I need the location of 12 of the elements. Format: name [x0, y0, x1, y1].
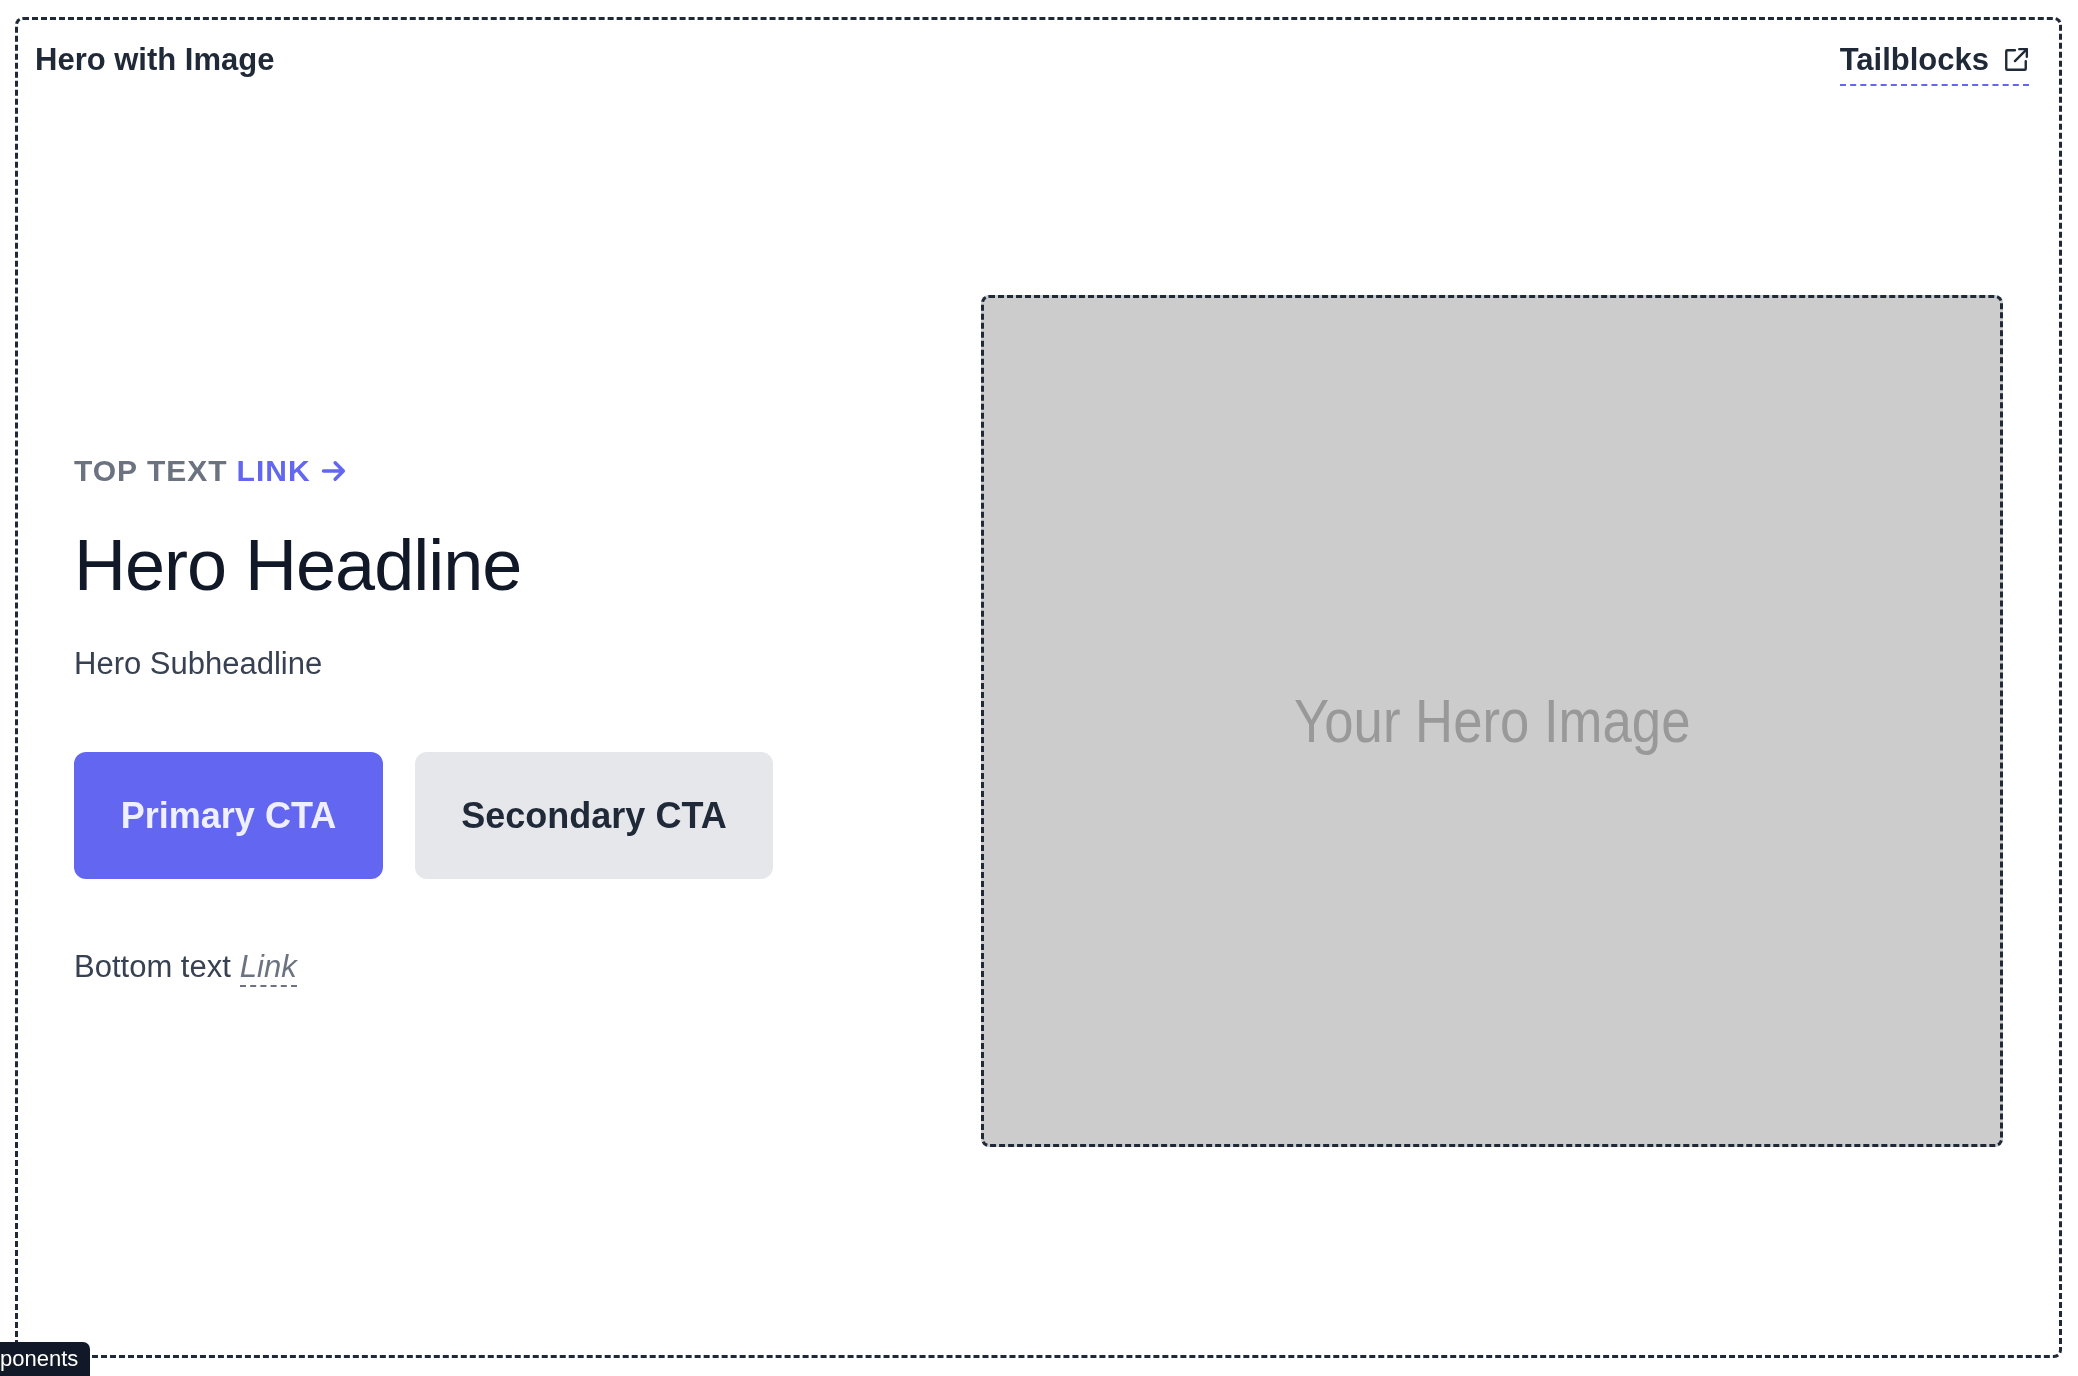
external-link[interactable]: Tailblocks	[1839, 42, 2029, 86]
bottom-link[interactable]: Link	[239, 950, 297, 987]
hero-headline: Hero Headline	[74, 524, 522, 607]
primary-button[interactable]: Primary CTA	[74, 752, 383, 880]
external-link-icon	[2003, 47, 2029, 73]
secondary-button[interactable]: Secondary CTA	[415, 752, 773, 880]
section-title: Hero with Image	[35, 42, 275, 78]
hero-subheadline: Hero Subheadline	[74, 646, 323, 683]
top-text: TOP TEXT	[74, 454, 228, 489]
top-link[interactable]: LINK	[236, 454, 311, 489]
tooltip: ponents	[0, 1342, 91, 1376]
bottom-text: Bottom text	[74, 949, 231, 986]
